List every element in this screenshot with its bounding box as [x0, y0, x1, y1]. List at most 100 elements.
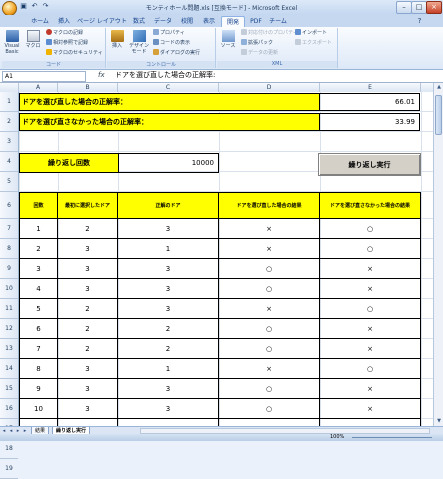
table-cell-trial-number[interactable]: 1 — [19, 219, 58, 239]
name-box[interactable]: A1 — [2, 71, 86, 82]
table-cell-switch-result[interactable]: ○ — [219, 399, 320, 419]
help-icon[interactable]: ? — [415, 17, 424, 26]
table-header-first-door[interactable]: 最初に選択したドア — [58, 192, 118, 219]
row-header[interactable]: 16 — [0, 399, 18, 419]
table-cell-trial-number[interactable]: 4 — [19, 279, 58, 299]
table-cell-stay-result[interactable]: ○ — [320, 299, 421, 319]
export-button[interactable]: エクスポート — [295, 39, 332, 47]
table-cell-first-door[interactable]: 2 — [58, 339, 118, 359]
table-cell-trial-number[interactable]: 11 — [19, 419, 58, 426]
properties-button[interactable]: プロパティ — [153, 29, 185, 37]
close-button[interactable]: × — [426, 1, 442, 14]
table-cell-switch-result[interactable]: × — [219, 299, 320, 319]
tab-team[interactable]: チーム — [268, 16, 288, 27]
row-header[interactable]: 15 — [0, 379, 18, 399]
record-macro-button[interactable]: マクロの記録 — [46, 29, 83, 37]
visual-basic-button[interactable]: Visual Basic — [3, 30, 21, 55]
table-cell-stay-result[interactable]: × — [320, 399, 421, 419]
table-cell-correct-door[interactable]: 3 — [118, 259, 219, 279]
scroll-down-icon[interactable]: ▼ — [434, 417, 443, 426]
xml-source-button[interactable]: ソース — [219, 30, 237, 49]
row-header[interactable]: 14 — [0, 359, 18, 379]
row-header[interactable]: 3 — [0, 132, 18, 152]
table-cell-correct-door[interactable]: 1 — [118, 239, 219, 259]
row-header[interactable]: 7 — [0, 219, 18, 239]
row-header[interactable]: 8 — [0, 239, 18, 259]
table-cell-first-door[interactable]: 3 — [58, 279, 118, 299]
row-header[interactable]: 12 — [0, 319, 18, 339]
column-header-c[interactable]: C — [118, 83, 219, 92]
table-cell-stay-result[interactable]: ○ — [320, 219, 421, 239]
table-header-correct-door[interactable]: 正解のドア — [118, 192, 219, 219]
function-icon[interactable]: fx — [98, 71, 105, 79]
tab-insert[interactable]: 挿入 — [55, 16, 73, 27]
expansion-pack-button[interactable]: 拡張パック — [241, 39, 273, 47]
row-header[interactable]: 19 — [0, 459, 18, 479]
tab-formulas[interactable]: 数式 — [130, 16, 148, 27]
tab-data[interactable]: データ — [152, 16, 174, 27]
table-cell-correct-door[interactable]: 2 — [118, 339, 219, 359]
table-cell-switch-result[interactable]: × — [219, 239, 320, 259]
table-cell-first-door[interactable]: 1 — [58, 419, 118, 426]
table-cell-switch-result[interactable]: ○ — [219, 259, 320, 279]
minimize-button[interactable]: – — [396, 1, 412, 14]
run-repeat-button[interactable]: 繰り返し実行 — [318, 153, 421, 176]
table-cell-stay-result[interactable]: ○ — [320, 359, 421, 379]
tab-page-layout[interactable]: ページ レイアウト — [76, 16, 128, 27]
switch-rate-value[interactable]: 66.01 — [319, 93, 420, 111]
row-header[interactable]: 10 — [0, 279, 18, 299]
row-header[interactable]: 6 — [0, 192, 18, 219]
table-cell-correct-door[interactable]: 3 — [118, 379, 219, 399]
table-cell-first-door[interactable]: 3 — [58, 379, 118, 399]
refresh-data-button[interactable]: データの更新 — [241, 49, 278, 57]
table-cell-first-door[interactable]: 3 — [58, 239, 118, 259]
table-cell-first-door[interactable]: 2 — [58, 319, 118, 339]
table-cell-stay-result[interactable]: ○ — [320, 239, 421, 259]
row-header[interactable]: 2 — [0, 112, 18, 132]
table-cell-trial-number[interactable]: 7 — [19, 339, 58, 359]
row-header[interactable]: 4 — [0, 152, 18, 172]
select-all-corner[interactable] — [0, 83, 19, 92]
table-cell-switch-result[interactable]: ○ — [219, 319, 320, 339]
table-cell-switch-result[interactable]: × — [219, 359, 320, 379]
formula-input[interactable]: ドアを選び直した場合の正解率: — [115, 71, 215, 80]
repeat-count-label[interactable]: 繰り返し回数 — [19, 153, 119, 173]
table-cell-correct-door[interactable]: 3 — [118, 299, 219, 319]
stay-rate-value[interactable]: 33.99 — [319, 113, 420, 131]
tab-review[interactable]: 校閲 — [178, 16, 196, 27]
column-header-a[interactable]: A — [19, 83, 58, 92]
map-properties-button[interactable]: 対応付けのプロパティ — [241, 29, 298, 37]
tab-view[interactable]: 表示 — [200, 16, 218, 27]
scroll-up-icon[interactable]: ▲ — [434, 83, 443, 92]
view-code-button[interactable]: コードの表示 — [153, 39, 190, 47]
table-cell-first-door[interactable]: 3 — [58, 259, 118, 279]
import-button[interactable]: インポート — [295, 29, 327, 37]
table-cell-trial-number[interactable]: 2 — [19, 239, 58, 259]
tab-pdf[interactable]: PDF — [248, 16, 264, 27]
table-cell-correct-door[interactable]: 3 — [118, 399, 219, 419]
column-header-b[interactable]: B — [58, 83, 118, 92]
table-cell-trial-number[interactable]: 3 — [19, 259, 58, 279]
table-cell-correct-door[interactable]: 3 — [118, 419, 219, 426]
table-cell-stay-result[interactable]: × — [320, 259, 421, 279]
table-cell-stay-result[interactable]: × — [320, 379, 421, 399]
table-cell-switch-result[interactable] — [219, 419, 320, 426]
table-cell-trial-number[interactable]: 6 — [19, 319, 58, 339]
table-cell-stay-result[interactable]: × — [320, 319, 421, 339]
worksheet-grid[interactable]: ドアを選び直した場合の正解率： 66.01 ドアを選び直さなかった場合の正解率：… — [19, 92, 433, 426]
row-header[interactable]: 11 — [0, 299, 18, 319]
table-cell-trial-number[interactable]: 9 — [19, 379, 58, 399]
table-cell-first-door[interactable]: 3 — [58, 359, 118, 379]
table-cell-switch-result[interactable]: ○ — [219, 339, 320, 359]
insert-control-button[interactable]: 挿入 — [108, 30, 126, 49]
relative-reference-button[interactable]: 相対参照で記録 — [46, 39, 88, 47]
repeat-count-input[interactable]: 10000 — [118, 153, 219, 173]
maximize-button[interactable]: □ — [411, 1, 427, 14]
table-cell-trial-number[interactable]: 5 — [19, 299, 58, 319]
table-cell-stay-result[interactable]: × — [320, 279, 421, 299]
table-cell-correct-door[interactable]: 3 — [118, 219, 219, 239]
macro-security-button[interactable]: マクロのセキュリティ — [46, 49, 103, 57]
row-header[interactable]: 9 — [0, 259, 18, 279]
design-mode-button[interactable]: デザイン モード — [129, 30, 149, 55]
stay-rate-label[interactable]: ドアを選び直さなかった場合の正解率： — [19, 113, 320, 131]
